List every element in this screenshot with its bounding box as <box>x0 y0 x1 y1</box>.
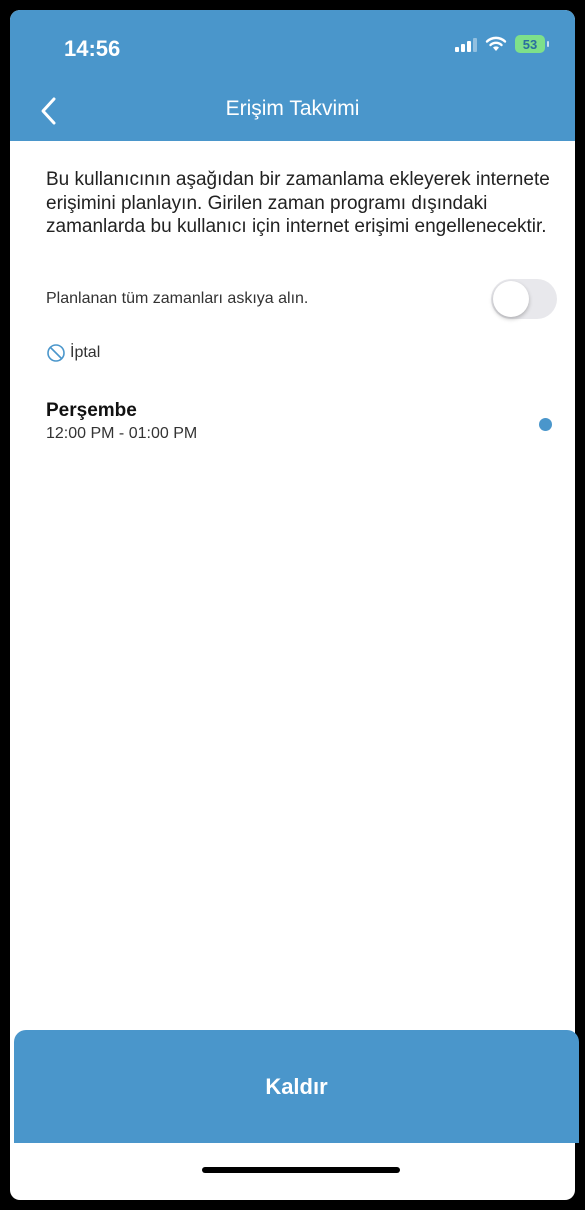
schedule-time: 12:00 PM - 01:00 PM <box>46 425 198 442</box>
app-header: 14:56 53 Erişim Takvimi <box>10 10 575 141</box>
schedule-day: Perşembe <box>46 400 137 421</box>
suspend-row: Planlanan tüm zamanları askıya alın. <box>46 278 557 320</box>
remove-button-label: Kaldır <box>265 1073 328 1099</box>
battery-level: 53 <box>522 36 538 52</box>
status-icons: 53 <box>455 35 549 53</box>
cancel-button[interactable]: İptal <box>46 343 100 363</box>
toggle-knob <box>493 281 529 317</box>
prohibited-icon <box>47 344 65 362</box>
suspend-toggle[interactable] <box>491 279 557 319</box>
home-indicator <box>202 1167 400 1173</box>
status-time: 14:56 <box>64 36 121 61</box>
battery-icon: 53 <box>515 35 549 53</box>
status-dot <box>539 418 552 431</box>
phone-screen: 14:56 53 Erişim Takvimi Bu kullanıcının … <box>10 10 575 1200</box>
description-block: Bu kullanıcının aşağıdan bir zamanlama e… <box>46 168 561 239</box>
schedule-item[interactable]: Perşembe 12:00 PM - 01:00 PM <box>46 400 557 450</box>
remove-button[interactable]: Kaldır <box>14 1030 579 1143</box>
page-title: Erişim Takvimi <box>225 97 360 120</box>
cellular-signal-icon <box>455 36 477 52</box>
suspend-label: Planlanan tüm zamanları askıya alın. <box>46 290 309 307</box>
description-text: Bu kullanıcının aşağıdan bir zamanlama e… <box>46 169 550 237</box>
cancel-label: İptal <box>70 344 101 361</box>
wifi-icon <box>485 36 507 51</box>
